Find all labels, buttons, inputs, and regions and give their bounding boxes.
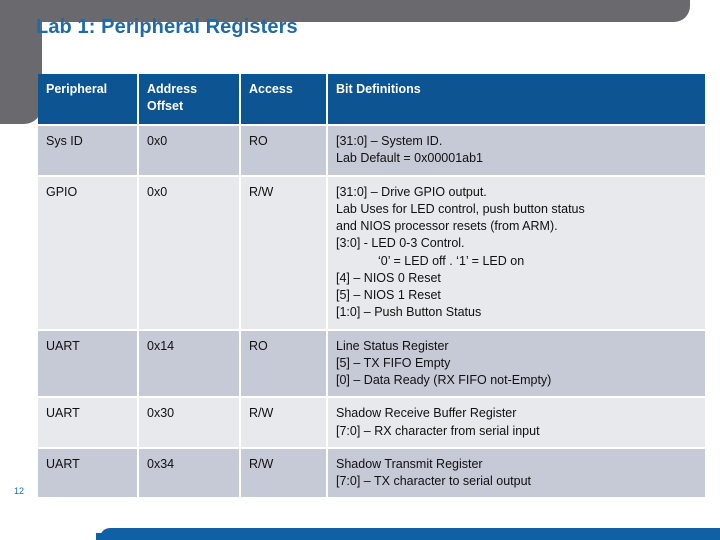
cell-address-offset: 0x34: [139, 448, 239, 498]
bit-definition-line: [0] – Data Ready (RX FIFO not-Empty): [336, 373, 552, 387]
bit-definition-line: [3:0] - LED 0-3 Control.: [336, 236, 465, 251]
bit-definition-line: Lab Default = 0x00001ab1: [336, 151, 483, 166]
column-header-access: Access: [241, 74, 326, 124]
bit-definition-line: [7:0] – TX character to serial output: [336, 474, 532, 488]
cell-bit-definitions: [31:0] – System ID. Lab Default = 0x00001…: [328, 126, 705, 175]
cell-access: RO: [241, 330, 326, 397]
cell-access: R/W: [241, 398, 326, 447]
cell-address-offset: 0x30: [139, 398, 239, 447]
cell-address-offset: 0x0: [139, 176, 239, 329]
cell-bit-definitions: [31:0] – Drive GPIO output. Lab Uses for …: [328, 176, 705, 329]
page-title: Lab 1: Peripheral Registers: [36, 16, 298, 38]
column-header-peripheral: Peripheral: [38, 74, 137, 124]
bit-definition-line: [5] – TX FIFO Empty: [336, 355, 451, 370]
cell-peripheral: GPIO: [38, 176, 137, 329]
cell-peripheral: Sys ID: [38, 126, 137, 175]
cell-address-offset: 0x14: [139, 330, 239, 397]
peripheral-registers-table: Peripheral Address Offset Access Bit Def…: [36, 72, 707, 499]
table-body: Sys ID 0x0 RO [31:0] – System ID. Lab Defaul…: [38, 126, 705, 498]
cell-bit-definitions: Shadow Transmit Register [7:0] – TX chara…: [328, 448, 705, 498]
cell-address-offset: 0x0: [139, 126, 239, 175]
column-header-address-offset: Address Offset: [139, 74, 239, 124]
bit-definition-line: [7:0] – RX character from serial input: [336, 423, 540, 438]
bit-definition-line: Shadow Transmit Register: [336, 456, 483, 471]
cell-access: R/W: [241, 176, 326, 329]
bit-definition-line: [1:0] – Push Button Status: [336, 305, 482, 320]
bit-definition-line: ‘0’ = LED off . ‘1’ = LED on: [378, 253, 525, 268]
table-row: GPIO 0x0 R/W [31:0] – Drive GPIO output. Lab…: [38, 176, 705, 329]
cell-bit-definitions: Shadow Receive Buffer Register [7:0] – RX…: [328, 398, 705, 447]
bit-definition-line: [31:0] – System ID.: [336, 134, 443, 148]
table-row: UART 0x34 R/W Shadow Transmit Register [7:0]…: [38, 448, 705, 498]
table-header-row: Peripheral Address Offset Access Bit Def…: [38, 74, 705, 124]
bit-definition-line: [5] – NIOS 1 Reset: [336, 288, 441, 302]
bottom-banner: [100, 528, 720, 540]
table-row: UART 0x30 R/W Shadow Receive Buffer Registe…: [38, 398, 705, 447]
bit-definition-line: [31:0] – Drive GPIO output.: [336, 184, 487, 199]
table-row: UART 0x14 RO Line Status Register [5] – TX F…: [38, 330, 705, 397]
bit-definition-line: Shadow Receive Buffer Register: [336, 406, 517, 421]
bit-definition-line: and NIOS processor resets (from ARM).: [336, 219, 558, 233]
cell-access: R/W: [241, 448, 326, 498]
cell-access: RO: [241, 126, 326, 175]
bit-definition-line: Line Status Register: [336, 338, 449, 353]
table-header: Peripheral Address Offset Access Bit Def…: [38, 74, 705, 124]
cell-peripheral: UART: [38, 330, 137, 397]
bit-definition-line: Lab Uses for LED control, push button st…: [336, 201, 585, 216]
cell-peripheral: UART: [38, 448, 137, 498]
page-number: 12: [14, 486, 25, 496]
column-header-bit-definitions: Bit Definitions: [328, 74, 705, 124]
bit-definition-line: [4] – NIOS 0 Reset: [336, 270, 441, 285]
cell-bit-definitions: Line Status Register [5] – TX FIFO Empty […: [328, 330, 705, 397]
cell-peripheral: UART: [38, 398, 137, 447]
table-row: Sys ID 0x0 RO [31:0] – System ID. Lab Defaul…: [38, 126, 705, 175]
